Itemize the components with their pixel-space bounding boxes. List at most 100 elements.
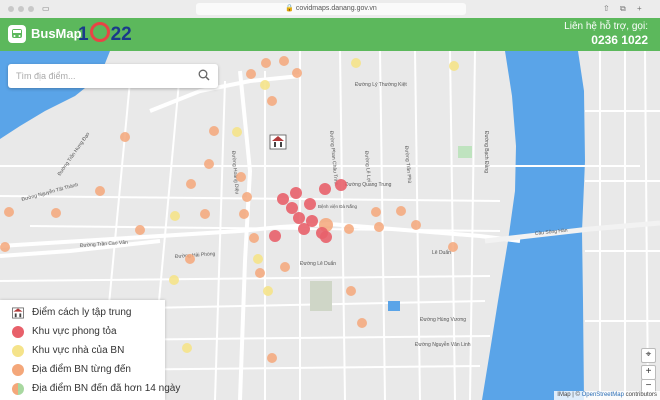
attribution-link[interactable]: OpenStreetMap <box>582 392 624 398</box>
new-tab-icon[interactable]: + <box>637 3 642 15</box>
visited-location-marker[interactable] <box>371 207 381 217</box>
plus-icon: + <box>645 366 652 377</box>
minus-icon: − <box>645 380 652 391</box>
visited-location-marker[interactable] <box>0 242 10 252</box>
visited-location-marker[interactable] <box>255 268 265 278</box>
hotline-badge: 1 22 <box>78 22 132 46</box>
attribution-prefix: IMap <box>557 392 571 398</box>
sidebar-toggle-icon[interactable]: ▭ <box>42 3 50 15</box>
support-phone[interactable]: 0236 1022 <box>564 33 648 47</box>
locate-me-button[interactable]: ⌖ <box>641 348 656 363</box>
visited-location-marker[interactable] <box>209 126 219 136</box>
visited-location-marker[interactable] <box>279 56 289 66</box>
visited-location-marker[interactable] <box>344 224 354 234</box>
visited-swatch-icon <box>12 364 24 376</box>
lake-area <box>388 301 400 311</box>
visited-location-marker[interactable] <box>267 96 277 106</box>
visited-location-marker[interactable] <box>448 242 458 252</box>
visited-location-marker[interactable] <box>236 172 246 182</box>
tabs-overview-icon[interactable]: ⧉ <box>620 3 626 15</box>
visited-location-marker[interactable] <box>204 159 214 169</box>
street-label: Đường Hùng Vương <box>420 317 466 323</box>
zoom-in-button[interactable]: + <box>641 365 656 380</box>
attribution-suffix: contributors <box>625 392 657 398</box>
patient-home-marker[interactable] <box>170 211 180 221</box>
search-icon[interactable] <box>198 69 210 81</box>
lockdown-area-marker[interactable] <box>293 212 305 224</box>
lockdown-area-marker[interactable] <box>290 187 302 199</box>
visited-location-marker[interactable] <box>261 58 271 68</box>
support-info: Liên hệ hỗ trợ, gọi: 0236 1022 <box>564 21 648 47</box>
street-label: Đường Lý Thường Kiệt <box>355 82 407 88</box>
search-box[interactable] <box>8 64 218 88</box>
visited-location-marker[interactable] <box>185 254 195 264</box>
browser-toolbar: ▭ 🔒 covidmaps.danang.gov.vn ⇧ ⧉ + <box>0 0 660 19</box>
lockdown-area-marker[interactable] <box>319 183 331 195</box>
park-area <box>310 281 332 311</box>
patient-home-marker[interactable] <box>263 286 273 296</box>
share-icon[interactable]: ⇧ <box>603 3 610 15</box>
app-name[interactable]: BusMap <box>31 26 82 41</box>
visited-location-marker[interactable] <box>4 207 14 217</box>
visited-location-marker[interactable] <box>249 233 259 243</box>
badge-suffix: 22 <box>110 24 132 45</box>
map-legend: Điểm cách ly tập trung Khu vực phong tỏa… <box>0 300 180 400</box>
location-pin-icon: ⌖ <box>645 349 652 360</box>
visited-location-marker[interactable] <box>346 286 356 296</box>
badge-prefix: 1 <box>78 24 89 45</box>
patient-home-marker[interactable] <box>351 58 361 68</box>
visited-location-marker[interactable] <box>246 69 256 79</box>
window-zoom-button[interactable] <box>28 6 34 12</box>
visited-location-marker[interactable] <box>51 208 61 218</box>
visited-location-marker[interactable] <box>357 318 367 328</box>
street-label: Đường Lê Duẩn <box>300 260 336 267</box>
patient-home-marker[interactable] <box>169 275 179 285</box>
search-input[interactable] <box>16 68 186 84</box>
visited-location-marker[interactable] <box>95 186 105 196</box>
map-attribution: IMap | © OpenStreetMap contributors <box>554 391 660 400</box>
lockdown-area-marker[interactable] <box>277 193 289 205</box>
window-minimize-button[interactable] <box>18 6 24 12</box>
window-close-button[interactable] <box>8 6 14 12</box>
lockdown-area-marker[interactable] <box>298 223 310 235</box>
patient-home-marker[interactable] <box>232 127 242 137</box>
lockdown-area-marker[interactable] <box>320 231 332 243</box>
lockdown-swatch-icon <box>12 326 24 338</box>
visited-location-marker[interactable] <box>120 132 130 142</box>
support-label: Liên hệ hỗ trợ, gọi: <box>564 21 648 32</box>
lock-icon: 🔒 <box>285 5 294 12</box>
visited-location-marker[interactable] <box>200 209 210 219</box>
visited-location-marker[interactable] <box>242 192 252 202</box>
lockdown-area-marker[interactable] <box>286 202 298 214</box>
quarantine-building-icon[interactable] <box>269 134 287 150</box>
legend-label: Điểm cách ly tập trung <box>32 307 132 318</box>
patient-home-marker[interactable] <box>260 80 270 90</box>
visited-location-marker[interactable] <box>280 262 290 272</box>
visited-location-marker[interactable] <box>267 353 277 363</box>
quarantine-building-icon <box>12 307 24 319</box>
visited-location-marker[interactable] <box>135 225 145 235</box>
lockdown-area-marker[interactable] <box>335 179 347 191</box>
visited-location-marker[interactable] <box>396 206 406 216</box>
lockdown-area-marker[interactable] <box>304 198 316 210</box>
lockdown-area-marker[interactable] <box>269 230 281 242</box>
street-label: Đường Bạch Đằng <box>483 131 490 173</box>
visited-location-marker[interactable] <box>411 220 421 230</box>
patient-home-marker[interactable] <box>253 254 263 264</box>
visited-location-marker[interactable] <box>374 222 384 232</box>
street-label: Đường Nguyễn Văn Linh <box>415 341 471 348</box>
visited-old-swatch-icon <box>12 383 24 395</box>
bus-logo-icon <box>8 25 26 43</box>
app-header: BusMap 1 22 Liên hệ hỗ trợ, gọi: 0236 102… <box>0 18 660 51</box>
map-canvas[interactable]: Đường Nguyễn Tất Thành Đường Trần Cao Vâ… <box>0 51 660 400</box>
visited-location-marker[interactable] <box>186 179 196 189</box>
legend-label: Khu vực phong tỏa <box>32 326 117 337</box>
patient-home-marker[interactable] <box>449 61 459 71</box>
address-bar[interactable]: 🔒 covidmaps.danang.gov.vn <box>196 3 466 15</box>
visited-location-marker[interactable] <box>239 209 249 219</box>
patient-home-marker[interactable] <box>182 343 192 353</box>
legend-label: Địa điểm BN từng đến <box>32 364 131 375</box>
street-label: Lê Duẩn <box>432 249 451 256</box>
street-label: Đường Quang Trung <box>345 182 392 188</box>
visited-location-marker[interactable] <box>292 68 302 78</box>
